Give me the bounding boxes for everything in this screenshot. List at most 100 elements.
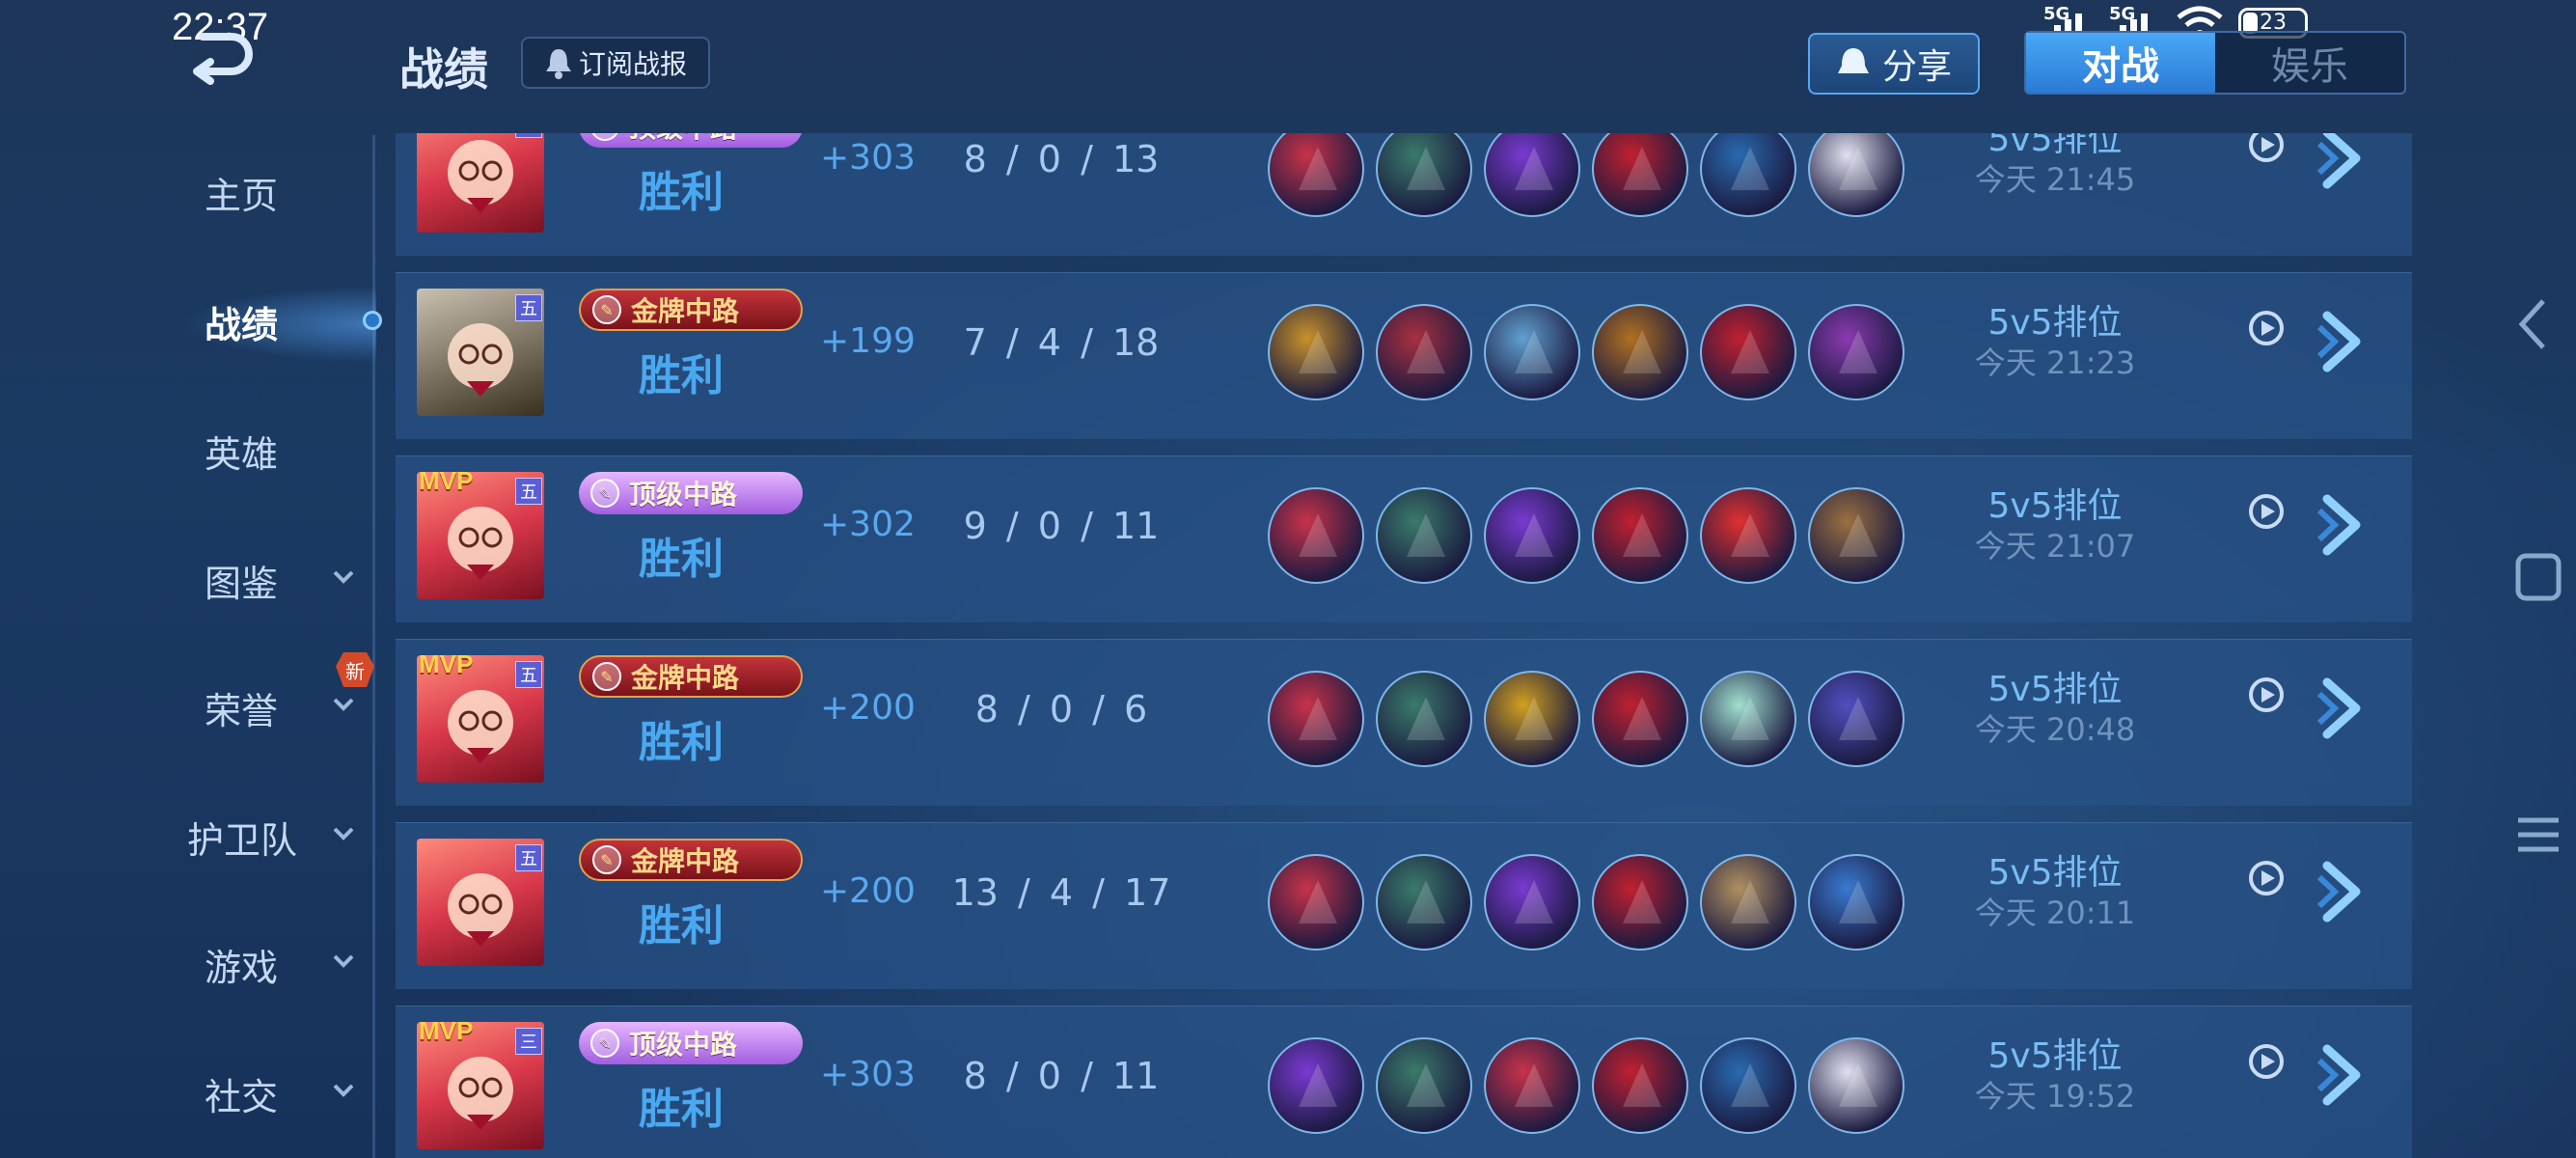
- equipment-icon: [1376, 1037, 1472, 1134]
- position-badge: ✎ 金牌中路: [579, 839, 803, 881]
- match-result: 胜利: [639, 1085, 724, 1134]
- equipment-icon: [1268, 671, 1364, 767]
- tab-entertainment[interactable]: 娱乐: [2215, 33, 2404, 93]
- replay-icon[interactable]: [2246, 675, 2287, 715]
- equipment-icon: [1808, 854, 1905, 951]
- hero-portrait[interactable]: [417, 133, 544, 233]
- position-badge-label: 顶级中路: [629, 1029, 738, 1061]
- equipment-icon: [1592, 671, 1688, 767]
- bell-icon: [545, 49, 571, 79]
- chevron-right-icon[interactable]: [2316, 133, 2368, 192]
- nav-home-icon[interactable]: [2514, 550, 2562, 604]
- game-mode: 5v5排位: [1987, 486, 2123, 526]
- match-result: 胜利: [639, 535, 724, 584]
- match-result: 胜利: [639, 718, 724, 767]
- equipment-icon: [1592, 304, 1688, 400]
- sidebar-item-codex[interactable]: 图鉴: [145, 546, 367, 614]
- sidebar-item-records[interactable]: 战绩: [145, 288, 367, 355]
- match-row[interactable]: 五 ✎ 金牌中路 胜利 +199 7 / 4 / 18 5v5排位 今天 21:23: [396, 272, 2412, 439]
- position-badge: ✎ 金牌中路: [579, 289, 803, 331]
- replay-icon[interactable]: [2246, 133, 2287, 165]
- chevron-right-icon[interactable]: [2316, 1041, 2368, 1109]
- mvp-label: MVP: [419, 1016, 474, 1045]
- equipment-icon: [1592, 133, 1688, 217]
- sidebar-item-games[interactable]: 游戏: [145, 930, 367, 998]
- chevron-down-icon: [333, 827, 354, 841]
- equipment-list: [1268, 487, 1905, 584]
- mvp-label: MVP: [419, 649, 474, 678]
- score-change: +200: [820, 688, 916, 728]
- mvp-label: MVP: [419, 466, 474, 495]
- equipment-icon: [1268, 133, 1364, 217]
- match-time: 今天 21:23: [1974, 345, 2136, 381]
- equipment-list: [1268, 671, 1905, 767]
- game-mode: 5v5排位: [1987, 853, 2123, 893]
- match-row[interactable]: 五 ✎ 金牌中路 胜利 +200 13 / 4 / 17 5v5排位 今天 20:11: [396, 822, 2412, 989]
- chevron-down-icon: [333, 954, 354, 968]
- nav-menu-icon[interactable]: [2514, 811, 2562, 859]
- replay-icon[interactable]: [2246, 308, 2287, 348]
- chevron-right-icon[interactable]: [2316, 308, 2368, 375]
- match-row[interactable]: MVP 五 ✎ 顶级中路 胜利 +302 9 / 0 / 11 5v5排位 今天 21:0…: [396, 455, 2412, 622]
- position-badge-label: 顶级中路: [629, 479, 738, 510]
- tier-badge: 五: [515, 478, 542, 505]
- sidebar-item-heroes[interactable]: 英雄: [145, 417, 367, 484]
- equipment-icon: [1484, 1037, 1580, 1134]
- nav-back-icon[interactable]: [2514, 295, 2553, 353]
- match-row[interactable]: MVP 五 ✎ 金牌中路 胜利 +200 8 / 0 / 6 5v5排位 今天 20:48: [396, 639, 2412, 806]
- mode-tabs: 对战 娱乐: [2024, 31, 2406, 95]
- kda: 13 / 4 / 17: [951, 871, 1171, 914]
- lane-icon: ✎: [590, 1029, 619, 1058]
- replay-icon[interactable]: [2246, 491, 2287, 532]
- equipment-icon: [1376, 854, 1472, 951]
- kda: 8 / 0 / 6: [974, 688, 1148, 731]
- sidebar-item-social[interactable]: 社交: [145, 1060, 367, 1127]
- score-change: +303: [820, 1055, 916, 1094]
- lane-icon: ✎: [592, 295, 621, 324]
- sidebar-item-home[interactable]: 主页: [145, 158, 367, 226]
- equipment-icon: [1376, 487, 1472, 584]
- position-badge-label: 金牌中路: [631, 662, 740, 694]
- chevron-down-icon: [333, 1084, 354, 1097]
- chevron-down-icon: [333, 570, 354, 584]
- replay-icon[interactable]: [2246, 858, 2287, 898]
- tab-battle[interactable]: 对战: [2026, 33, 2215, 93]
- kda: 7 / 4 / 18: [963, 321, 1160, 364]
- game-mode: 5v5排位: [1987, 303, 2123, 343]
- equipment-icon: [1484, 304, 1580, 400]
- equipment-icon: [1808, 671, 1905, 767]
- match-time: 今天 19:52: [1974, 1078, 2136, 1115]
- tier-badge: 五: [515, 133, 542, 138]
- replay-icon[interactable]: [2246, 1041, 2287, 1082]
- match-list[interactable]: MVP五 ✎ 顶级中路胜利+3038 / 0 / 13 5v5排位今天 21:4…: [396, 133, 2412, 1158]
- equipment-icon: [1268, 854, 1364, 951]
- score-change: +302: [820, 505, 916, 544]
- tier-badge: 五: [515, 661, 542, 688]
- sidebar-item-label: 游戏: [205, 946, 279, 989]
- chevron-right-icon[interactable]: [2316, 675, 2368, 742]
- tier-badge: 五: [515, 844, 542, 871]
- equipment-list: [1268, 133, 1905, 217]
- equipment-list: [1268, 304, 1905, 400]
- position-badge: ✎ 顶级中路: [579, 472, 803, 514]
- equipment-icon: [1700, 854, 1796, 951]
- match-result: 胜利: [639, 351, 724, 400]
- subscribe-report-button[interactable]: 订阅战报: [521, 37, 710, 89]
- position-badge: ✎ 金牌中路: [579, 655, 803, 698]
- position-badge-label: 顶级中路: [629, 133, 737, 146]
- sidebar-item-label: 主页: [205, 174, 279, 217]
- chevron-right-icon[interactable]: [2316, 858, 2368, 925]
- share-button[interactable]: 分享: [1808, 33, 1980, 95]
- page-title: 战绩: [399, 43, 488, 96]
- sidebar-item-honor[interactable]: 荣誉: [145, 674, 367, 741]
- equipment-icon: [1592, 854, 1688, 951]
- position-badge: ✎ 顶级中路: [579, 133, 803, 148]
- match-row[interactable]: MVP五 ✎ 顶级中路胜利+3038 / 0 / 13 5v5排位今天 21:4…: [396, 133, 2412, 256]
- sidebar-item-guard[interactable]: 护卫队: [125, 803, 354, 870]
- back-icon[interactable]: [189, 27, 257, 85]
- equipment-list: [1268, 1037, 1905, 1134]
- sidebar-item-label: 英雄: [205, 432, 279, 476]
- score-change: +200: [820, 871, 916, 911]
- match-row[interactable]: MVP 三 ✎ 顶级中路 胜利 +303 8 / 0 / 11 5v5排位 今天 19:5…: [396, 1006, 2412, 1158]
- chevron-right-icon[interactable]: [2316, 491, 2368, 559]
